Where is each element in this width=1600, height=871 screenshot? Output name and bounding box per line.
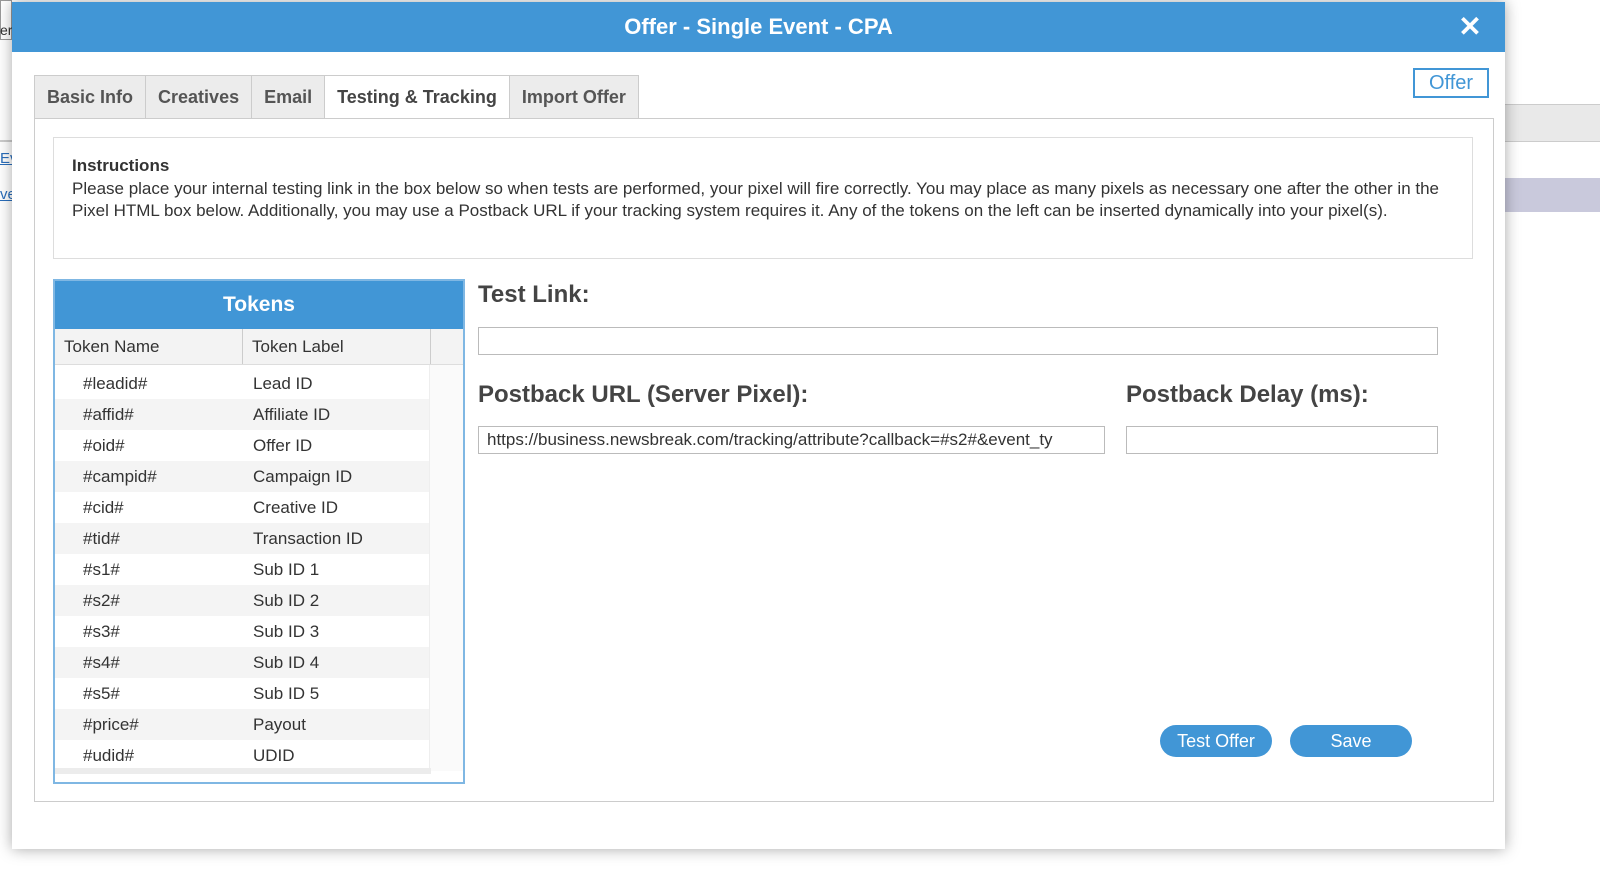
postback-delay-label: Postback Delay (ms): — [1126, 381, 1369, 408]
tab-bar: Basic Info Creatives Email Testing & Tra… — [34, 75, 639, 119]
offer-badge[interactable]: Offer — [1413, 68, 1489, 98]
token-name: #cid# — [83, 497, 124, 517]
test-link-label: Test Link: — [478, 281, 590, 308]
token-label: Affiliate ID — [253, 404, 331, 424]
tokens-horizontal-scrollbar[interactable] — [55, 768, 431, 774]
token-name: #s1# — [83, 559, 120, 579]
token-label: Offer ID — [253, 435, 313, 455]
tab-email[interactable]: Email — [251, 75, 326, 118]
table-row[interactable]: #oid# Offer ID — [55, 430, 431, 461]
postback-url-input[interactable] — [478, 426, 1105, 454]
table-row[interactable]: #price# Payout — [55, 709, 431, 740]
postback-delay-input[interactable] — [1126, 426, 1438, 454]
background-input-text: er — [0, 22, 13, 38]
test-link-input[interactable] — [478, 327, 1438, 355]
table-row[interactable]: #tid# Transaction ID — [55, 523, 431, 554]
tokens-table: Tokens Token Name Token Label #leadid# Le… — [53, 279, 465, 784]
token-name: #price# — [83, 714, 139, 734]
tokens-scrollbar[interactable] — [429, 365, 463, 771]
token-name: #oid# — [83, 435, 125, 455]
token-label: Campaign ID — [253, 466, 353, 486]
token-name: #campid# — [83, 466, 157, 486]
tab-import-offer[interactable]: Import Offer — [508, 75, 639, 118]
table-row[interactable]: #s3# Sub ID 3 — [55, 616, 431, 647]
tokens-list: #leadid# Lead ID #affid# Affiliate ID #oid… — [55, 365, 463, 771]
token-label: Sub ID 5 — [253, 683, 320, 703]
close-icon[interactable]: ✕ — [1455, 12, 1485, 42]
token-label: Creative ID — [253, 497, 339, 517]
tokens-column-headers: Token Name Token Label — [55, 329, 463, 365]
table-row[interactable]: #cid# Creative ID — [55, 492, 431, 523]
tab-testing-tracking[interactable]: Testing & Tracking — [324, 75, 510, 119]
table-row[interactable]: #s1# Sub ID 1 — [55, 554, 431, 585]
column-header-token-label[interactable]: Token Label — [243, 329, 431, 364]
instructions-box: Instructions Please place your internal … — [53, 137, 1473, 259]
token-label: Sub ID 1 — [253, 559, 320, 579]
postback-url-label: Postback URL (Server Pixel): — [478, 381, 809, 408]
token-name: #tid# — [83, 528, 120, 548]
token-name: #s2# — [83, 590, 120, 610]
table-row[interactable]: #s2# Sub ID 2 — [55, 585, 431, 616]
tab-basic-info[interactable]: Basic Info — [34, 75, 147, 118]
token-label: Sub ID 4 — [253, 652, 320, 672]
test-offer-button[interactable]: Test Offer — [1160, 725, 1272, 757]
instructions-text: Please place your internal testing link … — [72, 179, 1439, 220]
modal-title: Offer - Single Event - CPA — [624, 14, 893, 39]
instructions-title: Instructions — [72, 156, 170, 175]
table-row[interactable]: #udid# UDID — [55, 740, 431, 771]
tab-creatives[interactable]: Creatives — [145, 75, 253, 118]
token-label: Lead ID — [253, 373, 313, 393]
offer-modal: Offer - Single Event - CPA ✕ Offer Basic… — [12, 2, 1505, 849]
token-name: #affid# — [83, 404, 134, 424]
column-header-token-name[interactable]: Token Name — [55, 329, 243, 364]
table-row[interactable]: #s4# Sub ID 4 — [55, 647, 431, 678]
table-row[interactable]: #s5# Sub ID 5 — [55, 678, 431, 709]
table-row[interactable]: #campid# Campaign ID — [55, 461, 431, 492]
token-label: Sub ID 3 — [253, 621, 320, 641]
token-label: Transaction ID — [253, 528, 363, 548]
modal-header: Offer - Single Event - CPA ✕ — [12, 2, 1505, 52]
token-label: Payout — [253, 714, 306, 734]
token-name: #s5# — [83, 683, 120, 703]
table-row[interactable]: #affid# Affiliate ID — [55, 399, 431, 430]
token-label: Sub ID 2 — [253, 590, 320, 610]
tab-panel: Instructions Please place your internal … — [34, 118, 1494, 802]
token-label: UDID — [253, 745, 295, 765]
save-button[interactable]: Save — [1290, 725, 1412, 757]
token-name: #udid# — [83, 745, 135, 765]
token-name: #s4# — [83, 652, 120, 672]
token-name: #s3# — [83, 621, 120, 641]
background-divider — [0, 140, 12, 142]
token-name: #leadid# — [83, 373, 148, 393]
table-row[interactable]: #leadid# Lead ID — [55, 368, 431, 399]
tokens-title: Tokens — [55, 281, 463, 329]
